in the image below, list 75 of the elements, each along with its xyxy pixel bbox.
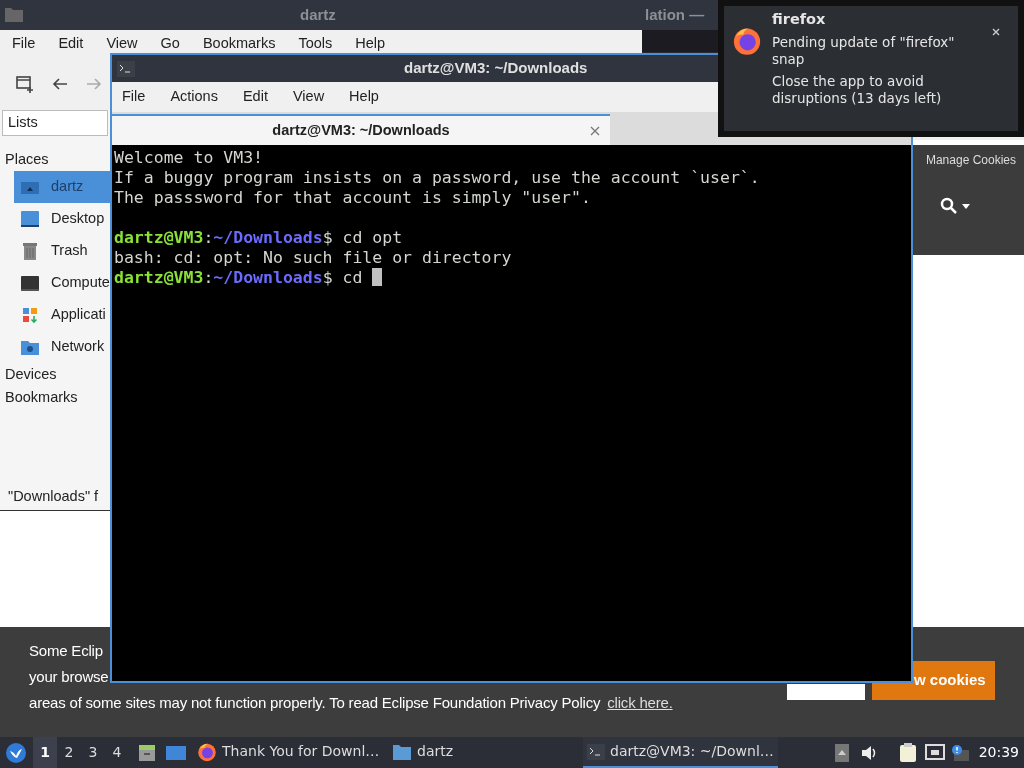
workspace-button[interactable]: 1 bbox=[33, 737, 57, 768]
workspace-button[interactable]: 3 bbox=[81, 737, 105, 768]
terminal-tab[interactable]: dartz@VM3: ~/Downloads bbox=[112, 114, 610, 145]
menu-item[interactable]: Help bbox=[349, 86, 379, 108]
sidebar-section-header[interactable]: Places bbox=[0, 148, 110, 171]
prompt-path: ~/Downloads bbox=[213, 268, 323, 288]
new-tab-icon[interactable] bbox=[16, 75, 34, 93]
sidebar-mode-dropdown[interactable]: Lists bbox=[2, 110, 108, 136]
terminal-output: Welcome to VM3! bbox=[114, 148, 264, 168]
menu-item[interactable]: Actions bbox=[170, 86, 218, 108]
prompt-command: cd opt bbox=[342, 228, 403, 248]
folder-icon bbox=[4, 7, 24, 23]
prompt-command: cd bbox=[342, 268, 363, 288]
menu-item[interactable]: View bbox=[106, 33, 138, 55]
prompt-separator: : bbox=[203, 228, 214, 248]
notification-text: Close the app to avoid disruptions (13 days left) bbox=[772, 73, 943, 107]
menu-item[interactable]: Edit bbox=[242, 86, 268, 108]
sidebar-item[interactable]: Compute bbox=[14, 267, 110, 299]
banner-text: your browse bbox=[29, 667, 110, 687]
task-button[interactable]: dartz bbox=[388, 737, 583, 768]
terminal-icon bbox=[587, 743, 605, 760]
prompt-path: ~/Downloads bbox=[213, 228, 323, 248]
sidebar-section-header[interactable]: Devices bbox=[0, 363, 110, 386]
notification-text: Pending update of "firefox" snap bbox=[772, 34, 956, 68]
alert-icon[interactable] bbox=[950, 743, 969, 762]
menu-item[interactable]: File bbox=[12, 33, 36, 55]
status-text: "Downloads" f bbox=[7, 487, 100, 507]
banner-text: Some Eclip bbox=[29, 641, 104, 661]
manage-cookies-link[interactable]: Manage Cookies bbox=[925, 151, 1016, 169]
window-title: lation — bbox=[645, 4, 705, 25]
notification-title: firefox bbox=[772, 11, 827, 28]
banner-text: areas of some sites may not function properly. To read Eclipse Foundation Privacy Policy bbox=[29, 693, 601, 713]
terminal-output: If a buggy program insists on a password, use the account `user`. bbox=[114, 168, 761, 188]
clock: 20:39 bbox=[978, 743, 1019, 762]
file-cabinet-icon[interactable] bbox=[137, 742, 157, 763]
back-arrow-icon[interactable] bbox=[52, 77, 68, 91]
prompt-sign: $ bbox=[322, 268, 333, 288]
privacy-link[interactable]: click here. bbox=[607, 693, 673, 713]
prompt-user: dartz@VM3 bbox=[114, 228, 204, 248]
menu-item[interactable]: View bbox=[292, 86, 325, 108]
task-button[interactable]: Thank You for Downl… bbox=[193, 737, 388, 768]
workspace-button[interactable]: 4 bbox=[105, 737, 129, 768]
sidebar-item[interactable]: Network bbox=[14, 331, 110, 363]
fox-globe-icon bbox=[732, 26, 762, 56]
menu-item[interactable]: Bookmarks bbox=[202, 33, 276, 55]
menu-item[interactable]: Help bbox=[355, 33, 386, 55]
prompt-user: dartz@VM3 bbox=[114, 268, 204, 288]
window-title: dartz@VM3: ~/Downloads bbox=[404, 58, 588, 79]
menu-item[interactable]: Edit bbox=[58, 33, 84, 55]
menu-item[interactable]: Tools bbox=[298, 33, 333, 55]
prompt-sign: $ bbox=[322, 228, 333, 248]
sidebar-item[interactable]: Desktop bbox=[14, 203, 110, 235]
fox-globe-icon bbox=[197, 741, 217, 762]
menu-item[interactable]: Go bbox=[160, 33, 180, 55]
desktop-icon[interactable] bbox=[165, 743, 187, 762]
caret-icon bbox=[962, 203, 970, 209]
terminal-output: The passsword for that account is simply "user". bbox=[114, 188, 592, 208]
desktop-icon bbox=[19, 208, 41, 230]
network-icon[interactable] bbox=[924, 743, 945, 762]
folder-icon bbox=[392, 742, 412, 761]
menu-item[interactable]: File bbox=[122, 86, 146, 108]
terminal-icon bbox=[117, 60, 135, 77]
close-tab-icon[interactable] bbox=[590, 125, 600, 136]
window-title: dartz bbox=[300, 4, 336, 25]
search-icon[interactable] bbox=[940, 197, 958, 215]
sidebar-item[interactable]: Trash bbox=[14, 235, 110, 267]
clipboard-icon[interactable] bbox=[898, 742, 917, 763]
sidebar-item[interactable]: Applicati bbox=[14, 299, 110, 331]
terminal-output: bash: cd: opt: No such file or directory bbox=[114, 248, 513, 268]
sidebar-section-header[interactable]: Bookmarks bbox=[0, 386, 110, 409]
text-cursor bbox=[372, 268, 383, 286]
task-button[interactable]: dartz@VM3: ~/Downl… bbox=[583, 737, 778, 768]
workspace-button[interactable]: 2 bbox=[57, 737, 81, 768]
prompt-separator: : bbox=[203, 268, 214, 288]
close-icon[interactable] bbox=[992, 28, 1000, 36]
